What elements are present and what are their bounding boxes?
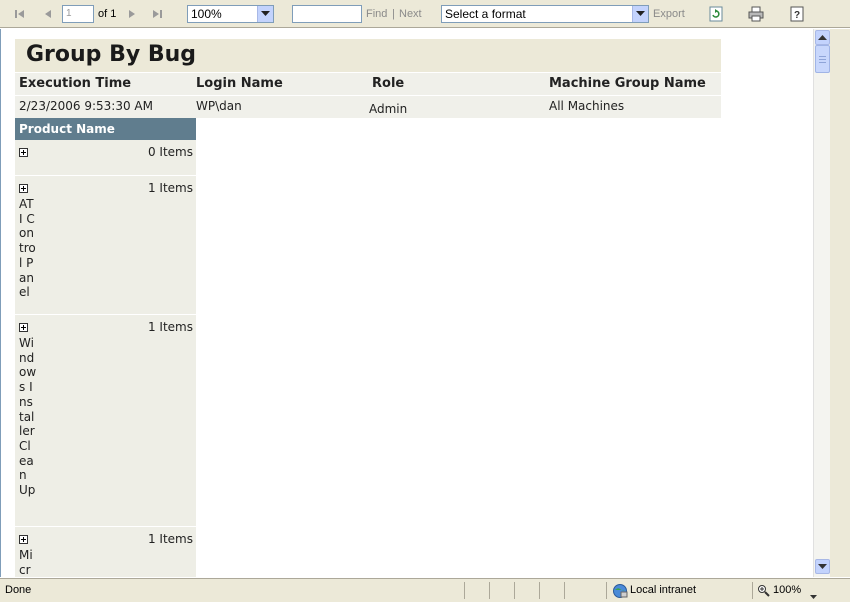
status-divider [606,582,607,599]
svg-text:?: ? [794,10,800,21]
page-count-label: of 1 [98,8,117,20]
scroll-down-icon[interactable] [815,559,830,574]
header-execution-time: Execution Time [19,76,132,91]
group-row: 1 Items Micr [15,527,196,577]
report-title: Group By Bug [26,42,197,67]
status-bar: Done Local intranet 100% [0,578,850,602]
export-format-select[interactable]: Select a format [441,5,649,23]
last-page-icon[interactable] [149,5,165,23]
chevron-down-icon[interactable] [257,6,273,22]
find-input[interactable] [292,5,362,23]
group-product-name: Micr [19,548,33,577]
group-product-name: ATI Control Panel [19,197,36,300]
status-divider [464,582,465,599]
group-row: 1 Items Windows Installer Clean Up [15,315,196,527]
status-divider [752,582,753,599]
report-value-row: 2/23/2006 9:53:30 AM WP\dan Admin All Ma… [15,96,721,118]
status-text: Done [5,584,32,596]
next-page-icon[interactable] [124,5,140,23]
first-page-icon[interactable] [12,5,28,23]
next-link[interactable]: Next [399,8,422,20]
status-zoom-level[interactable]: 100% [773,584,801,596]
report-toolbar: 1 of 1 100% Find | Next Select a format … [0,0,850,28]
header-role: Role [372,76,405,91]
export-format-value: Select a format [445,7,526,21]
report-title-bar: Group By Bug [15,39,721,72]
group-count: 0 Items [147,145,193,159]
expand-icon[interactable] [19,184,28,193]
expand-icon[interactable] [19,323,28,332]
value-machine-group: All Machines [549,99,625,113]
zoom-value: 100% [191,7,222,21]
export-link[interactable]: Export [653,8,685,20]
status-divider [489,582,490,599]
expand-icon[interactable] [19,148,28,157]
group-row: 1 Items ATI Control Panel [15,176,196,315]
product-name-header: Product Name [15,118,196,140]
help-icon[interactable]: ? [789,6,805,22]
find-link[interactable]: Find [366,8,387,20]
security-zone-label: Local intranet [630,584,697,596]
scrollbar-thumb[interactable] [815,45,830,73]
header-machine-group: Machine Group Name [549,76,706,91]
chevron-down-icon[interactable] [810,588,817,602]
window-edge [830,29,850,577]
group-count: 1 Items [147,320,193,334]
status-divider [539,582,540,599]
zoom-select[interactable]: 100% [187,5,274,23]
value-login-name: WP\dan [196,99,242,113]
status-divider [514,582,515,599]
product-group-column: 0 Items 1 Items ATI Control Panel 1 Item… [15,140,196,577]
refresh-icon[interactable] [708,6,724,22]
group-product-name: Windows Installer Clean Up [19,336,37,498]
print-icon[interactable] [748,6,764,22]
status-divider [564,582,565,599]
vertical-scrollbar[interactable] [813,29,830,577]
scroll-up-icon[interactable] [815,30,830,45]
page-number-input[interactable]: 1 [62,5,94,23]
find-next-separator: | [392,8,395,20]
expand-icon[interactable] [19,535,28,544]
header-login-name: Login Name [196,76,283,91]
group-count: 1 Items [147,181,193,195]
report-viewport: Group By Bug Execution Time Login Name R… [0,29,813,577]
group-count: 1 Items [147,532,193,546]
zoom-icon[interactable] [757,584,770,597]
previous-page-icon[interactable] [40,5,56,23]
value-execution-time: 2/23/2006 9:53:30 AM [19,99,153,113]
chevron-down-icon[interactable] [632,6,648,22]
report-header-row: Execution Time Login Name Role Machine G… [15,73,721,95]
group-row: 0 Items [15,140,196,176]
value-role: Admin [369,102,408,116]
globe-icon [612,583,628,599]
